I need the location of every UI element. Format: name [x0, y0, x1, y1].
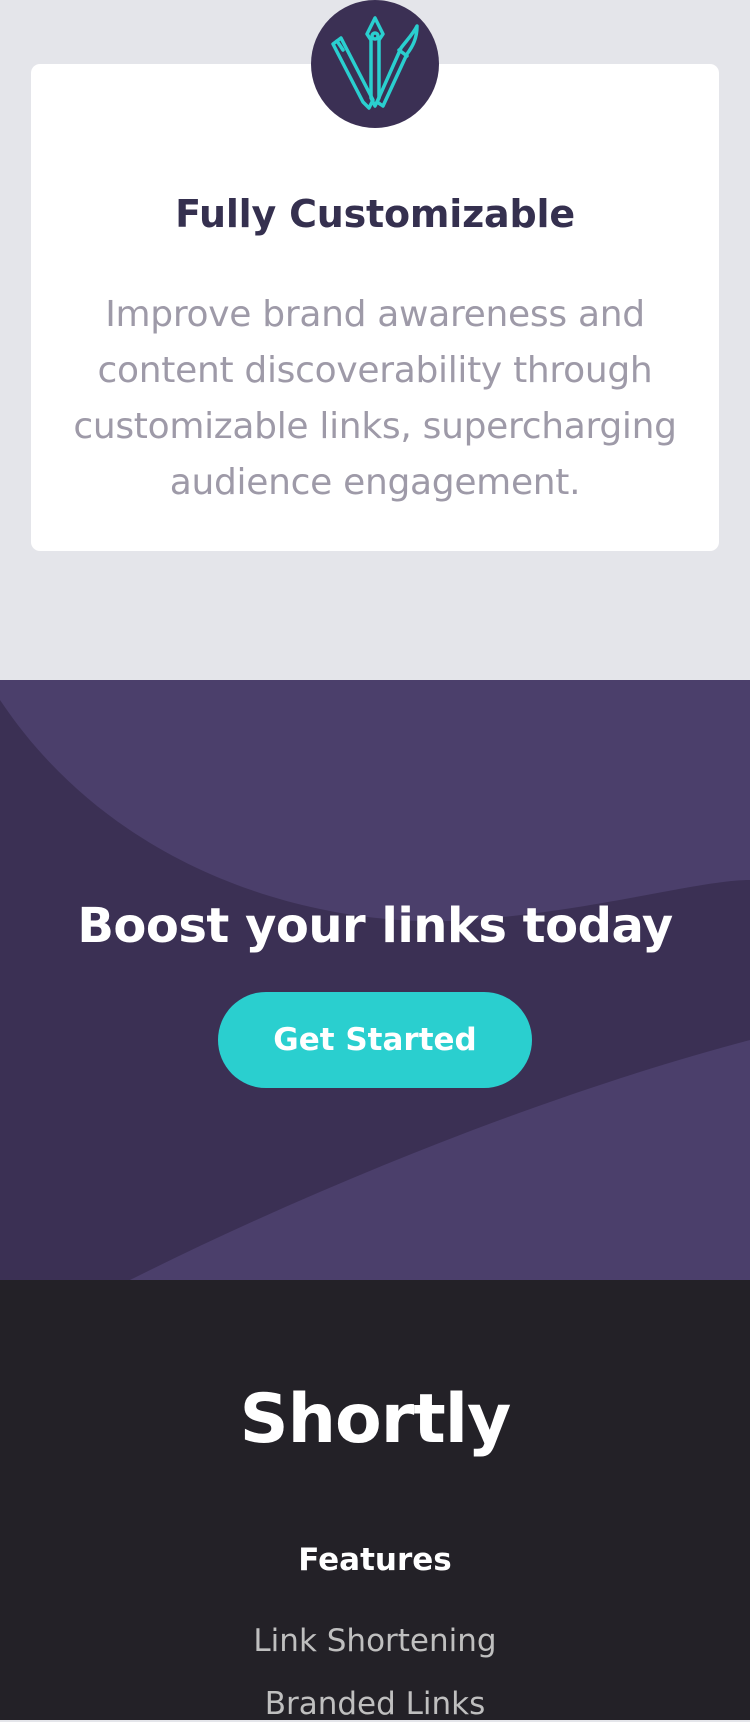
feature-description: Improve brand awareness and content disc… [73, 294, 677, 503]
footer-features-heading: Features [298, 1542, 452, 1578]
feature-section: Fully Customizable Improve brand awarene… [0, 0, 750, 680]
feature-title: Fully Customizable [175, 192, 575, 236]
boost-section: Boost your links today Get Started [0, 680, 750, 1280]
get-started-button[interactable]: Get Started [218, 992, 532, 1088]
footer-link-branded-links[interactable]: Branded Links [0, 1686, 750, 1722]
footer-logo[interactable]: Shortly [0, 1380, 750, 1459]
footer-link-link-shortening[interactable]: Link Shortening [0, 1623, 750, 1659]
feature-icon-badge [311, 0, 439, 128]
boost-background-waves [0, 680, 750, 1280]
footer: Shortly Features Link Shortening Branded… [0, 1280, 750, 1722]
pens-icon [331, 16, 419, 110]
boost-title: Boost your links today [77, 898, 673, 954]
